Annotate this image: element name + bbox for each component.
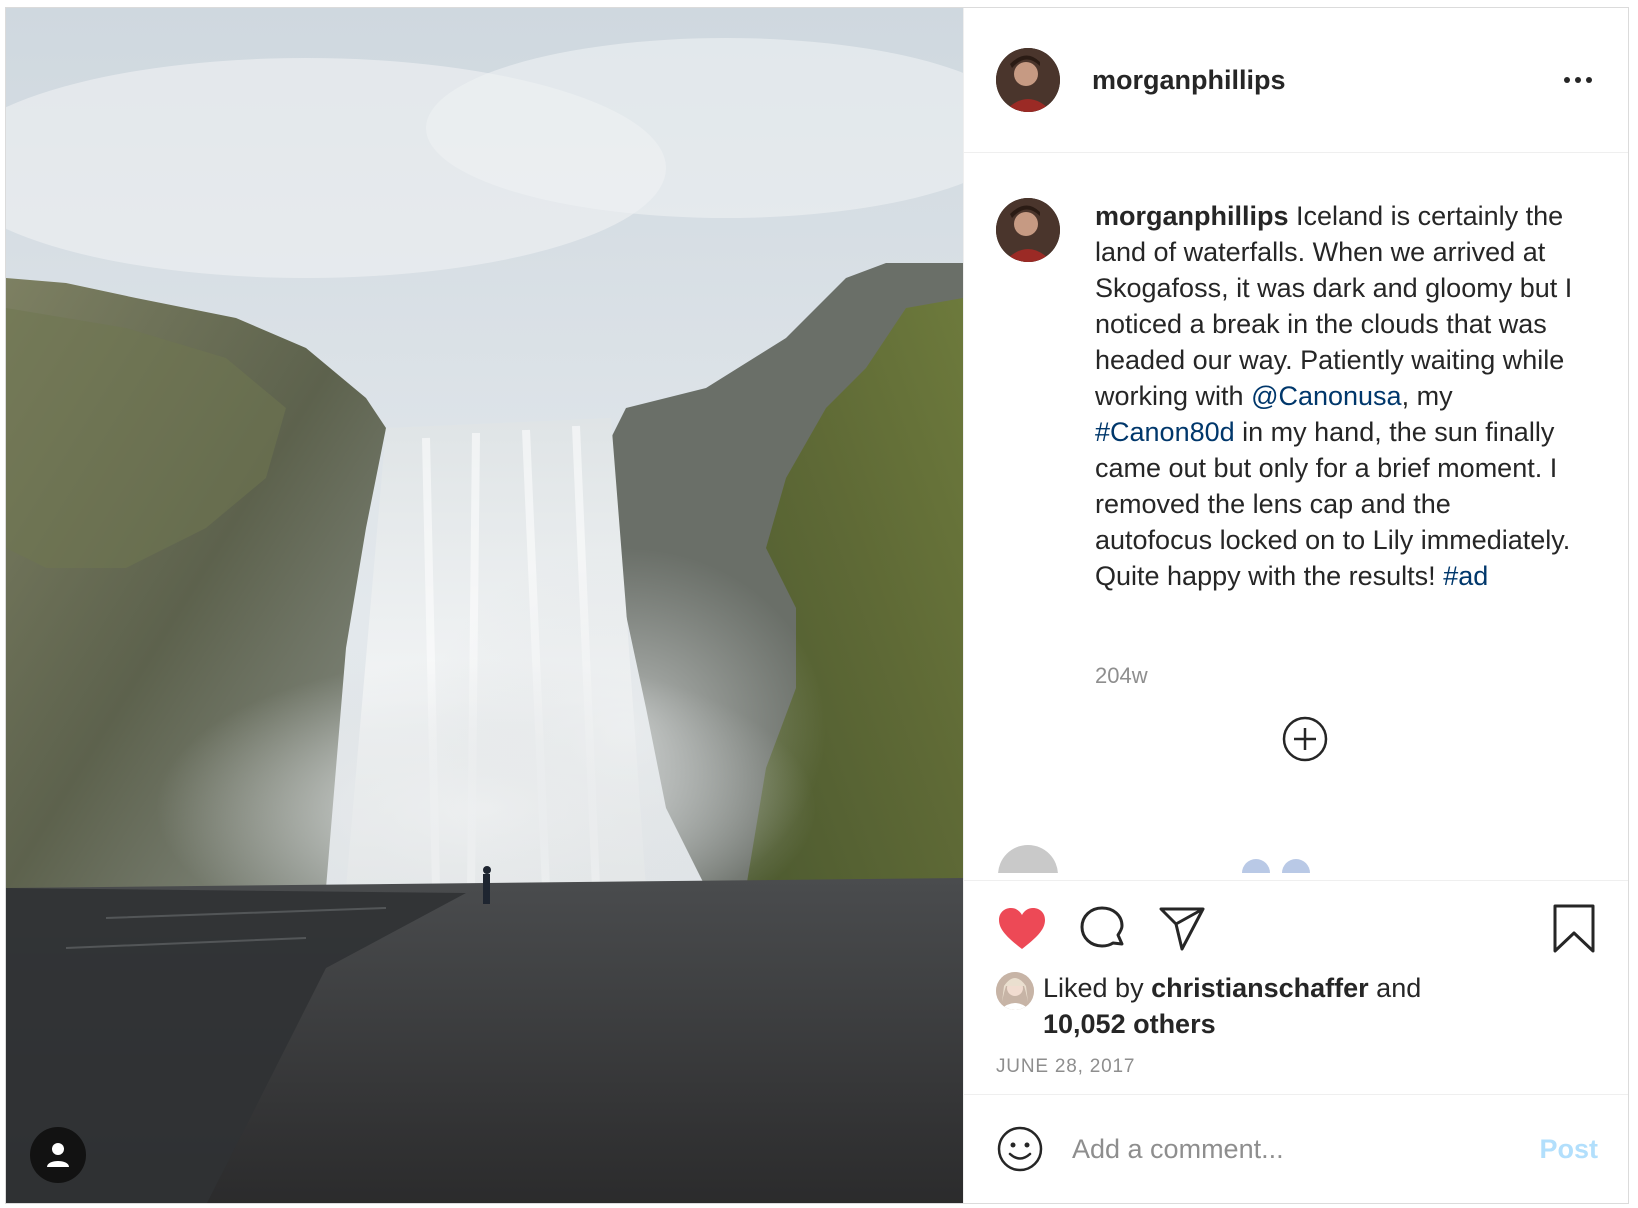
caption-body: , my <box>1401 381 1453 411</box>
more-options-icon <box>1564 77 1592 83</box>
hashtag-link[interactable]: #Canon80d <box>1095 417 1235 447</box>
author-username[interactable]: morganphillips <box>1092 65 1286 96</box>
post-date[interactable]: JUNE 28, 2017 <box>964 1056 1628 1078</box>
post-comment-button[interactable]: Post <box>1539 1134 1598 1165</box>
person-icon <box>47 1143 69 1167</box>
like-button[interactable] <box>996 903 1048 955</box>
caption-timestamp: 204w <box>1095 663 1148 688</box>
bookmark-icon <box>1553 904 1595 952</box>
more-options-button[interactable] <box>1558 60 1598 100</box>
mention-link[interactable]: @Canonusa <box>1251 381 1402 411</box>
liker-username[interactable]: christianschaffer <box>1151 973 1369 1003</box>
likes-summary: Liked by christianschaffer and 10,052 oth… <box>964 970 1628 1042</box>
likes-text: Liked by christianschaffer and 10,052 oth… <box>1043 970 1463 1042</box>
likes-count[interactable]: 10,052 others <box>1043 1009 1216 1039</box>
caption-text: morganphillips Iceland is certainly the … <box>1095 198 1575 594</box>
plus-circle-icon <box>1282 716 1328 762</box>
author-avatar[interactable] <box>996 48 1060 112</box>
share-button[interactable] <box>1156 903 1208 955</box>
likes-prefix: Liked by <box>1043 973 1152 1003</box>
emoji-button[interactable] <box>996 1125 1044 1173</box>
comment-input[interactable] <box>1072 1133 1540 1165</box>
partially-visible-comment <box>996 843 1598 873</box>
hashtag-link[interactable]: #ad <box>1443 561 1488 591</box>
action-bar <box>964 881 1628 976</box>
save-button[interactable] <box>1548 903 1600 955</box>
liker-avatar[interactable] <box>996 972 1034 1010</box>
user-tags-button[interactable] <box>30 1127 86 1183</box>
comments-area: morganphillips Iceland is certainly the … <box>964 153 1628 881</box>
caption-avatar[interactable] <box>996 198 1060 262</box>
waterfall-photo <box>6 8 963 1203</box>
comment-bubble-icon <box>1080 906 1124 947</box>
caption-username[interactable]: morganphillips <box>1095 201 1289 231</box>
paper-plane-icon <box>1159 907 1205 950</box>
caption: morganphillips Iceland is certainly the … <box>996 198 1598 594</box>
post-sidebar: morganphillips morganphillips Iceland is… <box>963 8 1628 1203</box>
comment-button[interactable] <box>1076 903 1128 955</box>
smiley-icon <box>997 1126 1043 1172</box>
load-more-comments-button[interactable] <box>1281 715 1329 763</box>
caption-body: Iceland is certainly the land of waterfa… <box>1095 201 1573 411</box>
likes-middle: and <box>1368 973 1422 1003</box>
post-header: morganphillips <box>964 8 1628 153</box>
add-comment-bar: Post <box>964 1094 1628 1203</box>
post-card: morganphillips morganphillips Iceland is… <box>5 7 1629 1204</box>
heart-icon <box>999 907 1045 949</box>
post-photo[interactable] <box>6 8 963 1203</box>
